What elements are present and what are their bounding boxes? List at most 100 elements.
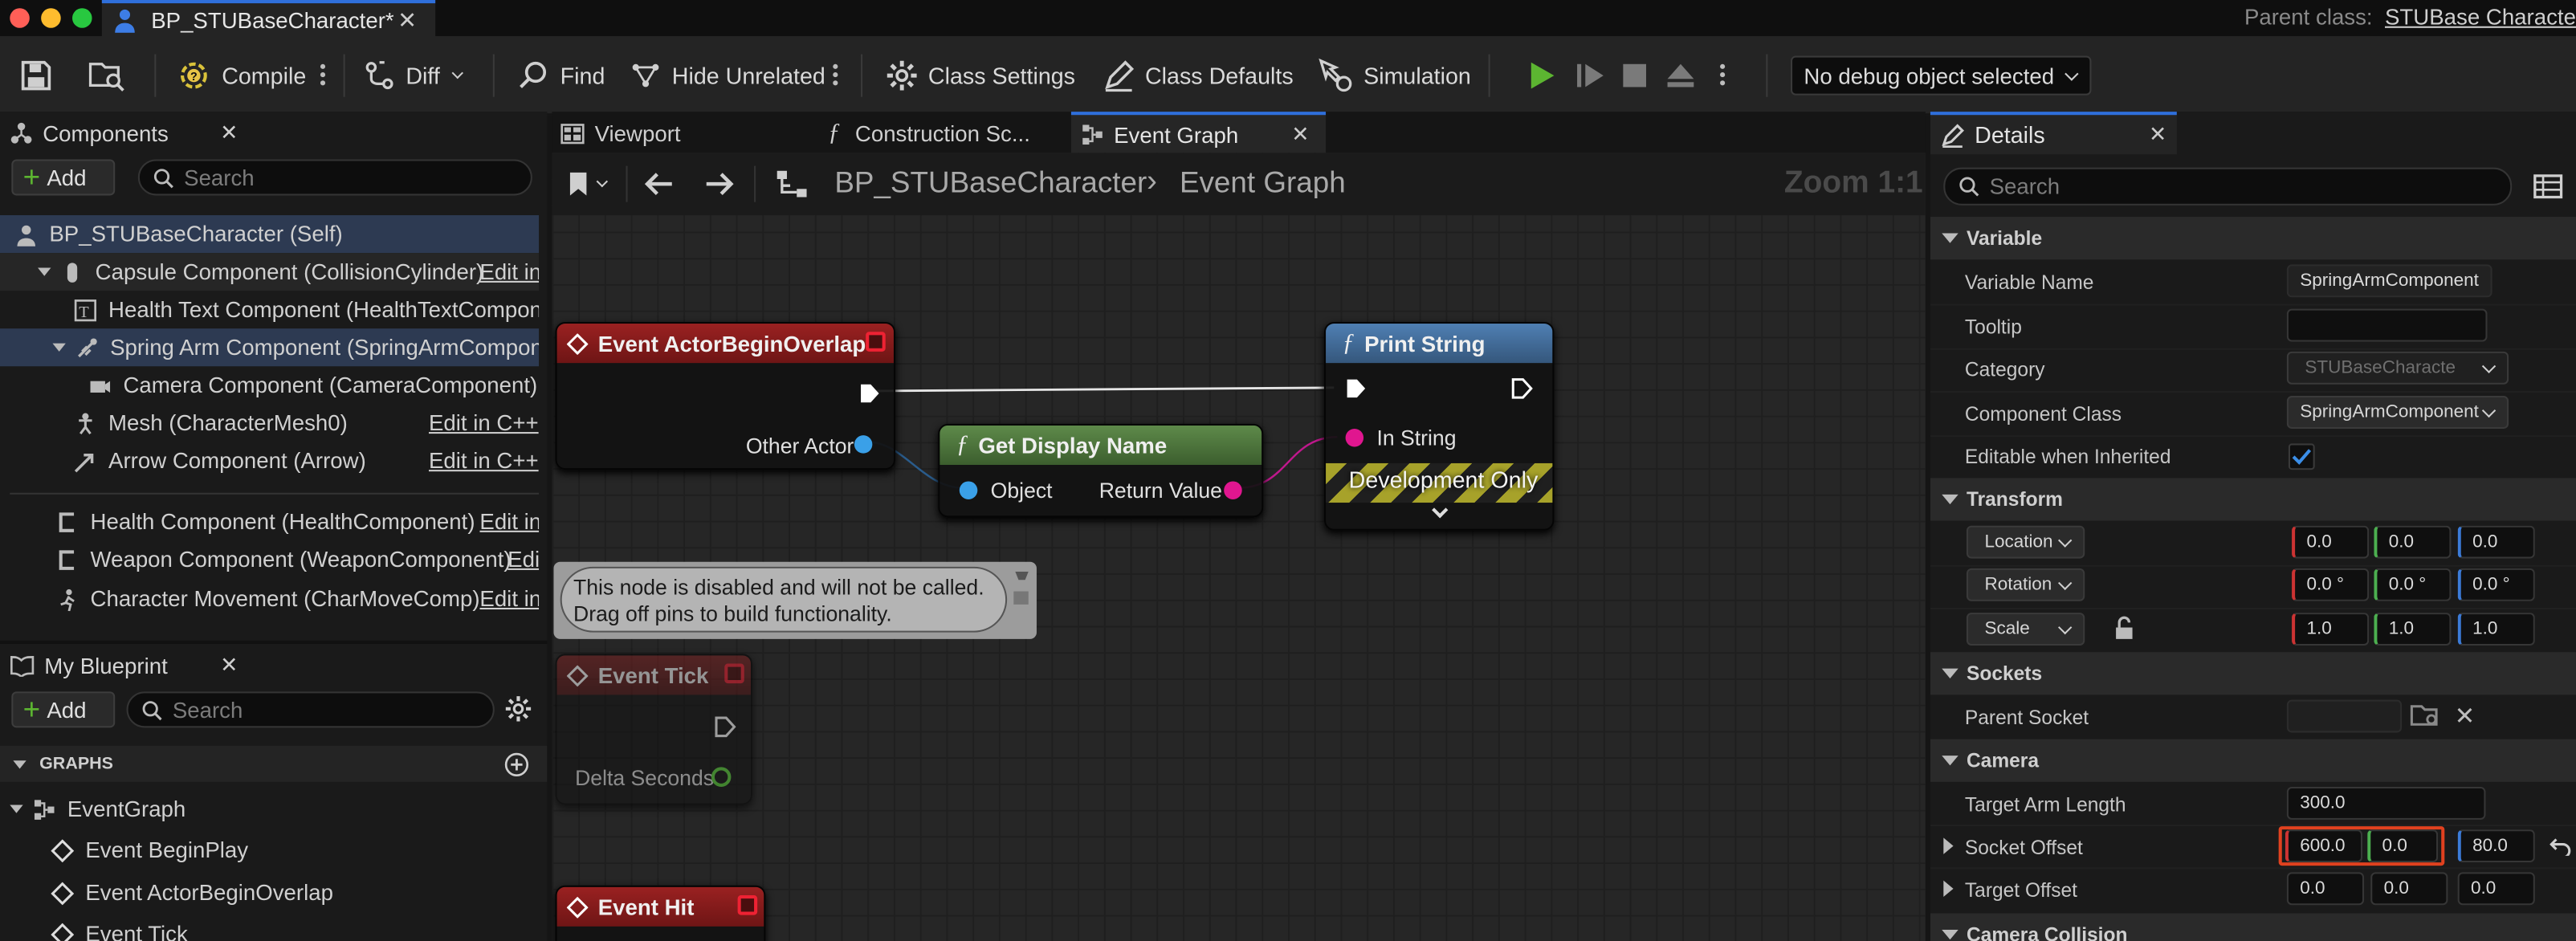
location-dropdown[interactable]: Location (1966, 525, 2085, 559)
graph-item-beginplay[interactable]: Event BeginPlay (0, 831, 547, 869)
scale-dropdown[interactable]: Scale (1966, 613, 2085, 646)
save-button[interactable] (20, 36, 53, 115)
scale-z-field[interactable]: 1.0 (2457, 613, 2535, 646)
simulation-button[interactable]: Simulation (1318, 36, 1471, 115)
hide-unrelated-options-button[interactable] (833, 63, 839, 88)
string-pin-icon[interactable] (1345, 428, 1364, 447)
graphs-section-header[interactable]: GRAPHS (0, 745, 548, 782)
socket-offset-y-field[interactable]: 0.0 (2367, 829, 2439, 863)
close-my-blueprint-icon[interactable]: ✕ (220, 652, 238, 678)
expand-arrow-icon[interactable] (52, 343, 66, 352)
target-offset-x-field[interactable]: 0.0 (2286, 872, 2365, 906)
diff-button[interactable]: Diff (363, 36, 463, 115)
parent-class-link[interactable]: STUBase Characte (2385, 5, 2576, 30)
exec-out-pin-icon[interactable] (859, 383, 881, 405)
rotation-x-field[interactable]: 0.0 ° (2292, 568, 2370, 601)
component-row-health[interactable]: Health Component (HealthComponent) (0, 503, 539, 540)
category-sockets[interactable]: Sockets (1930, 652, 2576, 695)
variable-name-field[interactable]: SpringArmComponent (2286, 264, 2492, 298)
delegate-pin-icon[interactable] (724, 663, 744, 684)
target-arm-length-field[interactable]: 300.0 (2286, 786, 2486, 820)
add-component-button[interactable]: + Add (11, 159, 116, 196)
component-row-capsule[interactable]: Capsule Component (CollisionCylinder) (0, 253, 540, 291)
component-row-movement[interactable]: Character Movement (CharMoveComp) (0, 580, 539, 617)
location-x-field[interactable]: 0.0 (2292, 525, 2370, 559)
delegate-pin-icon[interactable] (866, 332, 886, 352)
reset-to-default-icon[interactable] (2550, 836, 2573, 856)
close-details-icon[interactable]: ✕ (2149, 121, 2166, 148)
event-graph-canvas[interactable]: BP_STUBaseCharacter › Event Graph Zoom 1… (552, 153, 1926, 941)
edit-in-cpp-link[interactable]: Edit in C++ (429, 410, 539, 435)
close-tab-icon[interactable]: ✕ (397, 6, 417, 35)
location-y-field[interactable]: 0.0 (2374, 525, 2452, 559)
find-button[interactable]: Find (517, 36, 605, 115)
edit-in-cpp-link[interactable]: Edit in (479, 509, 539, 534)
category-variable[interactable]: Variable (1930, 217, 2576, 260)
parent-socket-field[interactable] (2286, 699, 2403, 733)
editable-when-inherited-checkbox[interactable] (2288, 443, 2315, 470)
target-offset-z-field[interactable]: 0.0 (2457, 872, 2535, 906)
scale-y-field[interactable]: 1.0 (2374, 613, 2452, 646)
string-pin-icon[interactable] (1224, 481, 1242, 499)
scale-x-field[interactable]: 1.0 (2292, 613, 2370, 646)
exec-out-pin-icon[interactable] (1511, 378, 1533, 400)
class-settings-button[interactable]: Class Settings (886, 36, 1075, 115)
exec-in-pin-icon[interactable] (1346, 378, 1367, 400)
pin-comment-icon[interactable] (1012, 568, 1032, 611)
float-pin-icon[interactable] (711, 767, 732, 787)
tooltip-field[interactable] (2286, 308, 2488, 342)
node-event-actorbeginoverlap[interactable]: Event ActorBeginOverlap Other Actor (555, 321, 896, 470)
edit-in-cpp-link[interactable]: Edit in C++ (429, 449, 539, 474)
edit-in-cpp-link[interactable]: Edit in (479, 259, 539, 284)
hide-unrelated-button[interactable]: Hide Unrelated (630, 36, 825, 115)
class-defaults-button[interactable]: Class Defaults (1103, 36, 1294, 115)
stop-button[interactable] (1620, 36, 1649, 115)
component-row-health-text[interactable]: T Health Text Component (HealthTextCompo… (0, 291, 539, 328)
node-print-string[interactable]: ƒ Print String In String Development Onl… (1323, 321, 1555, 531)
node-get-display-name[interactable]: ƒ Get Display Name Object Return Value (938, 423, 1264, 518)
browse-socket-icon[interactable] (2410, 702, 2439, 728)
unlock-icon[interactable] (2114, 616, 2138, 641)
target-offset-y-field[interactable]: 0.0 (2370, 872, 2448, 906)
category-transform[interactable]: Transform (1930, 478, 2576, 521)
debug-object-dropdown[interactable]: No debug object selected (1791, 55, 2092, 96)
property-matrix-icon[interactable] (2533, 174, 2563, 199)
components-search-input[interactable]: Search (137, 159, 532, 196)
socket-offset-x-field[interactable]: 600.0 (2285, 829, 2363, 863)
play-options-button[interactable] (1720, 63, 1726, 88)
eject-button[interactable] (1664, 36, 1697, 115)
category-dropdown[interactable]: STUBaseCharacte (2286, 351, 2509, 385)
expand-target-offset-icon[interactable] (1943, 880, 1954, 898)
object-pin-icon[interactable] (854, 435, 873, 454)
add-member-button[interactable]: + Add (11, 691, 116, 728)
rotation-dropdown[interactable]: Rotation (1966, 568, 2085, 601)
category-camera[interactable]: Camera (1930, 739, 2576, 782)
graph-item-tick[interactable]: Event Tick (0, 915, 547, 941)
exec-out-pin-icon[interactable] (715, 716, 736, 738)
component-class-dropdown[interactable]: SpringArmComponent (2286, 396, 2509, 429)
graph-item-actorbeginoverlap[interactable]: Event ActorBeginOverlap (0, 874, 547, 911)
minimize-window-button[interactable] (41, 8, 61, 28)
play-button[interactable] (1525, 36, 1558, 115)
component-row-weapon[interactable]: Weapon Component (WeaponComponent) (0, 540, 539, 578)
object-pin-icon[interactable] (959, 481, 978, 499)
tab-event-graph[interactable]: Event Graph ✕ (1070, 112, 1327, 155)
expand-arrow-icon[interactable] (38, 267, 51, 276)
add-graph-icon[interactable] (504, 752, 529, 777)
clear-socket-icon[interactable]: ✕ (2455, 702, 2476, 731)
tab-construction-script[interactable]: ƒ Construction Sc... (815, 112, 1062, 154)
category-camera-collision[interactable]: Camera Collision (1930, 913, 2576, 941)
step-button[interactable] (1574, 36, 1607, 115)
socket-offset-z-field[interactable]: 80.0 (2457, 829, 2535, 863)
compile-options-button[interactable] (320, 63, 327, 88)
component-row-self[interactable]: BP_STUBaseCharacter (Self) (0, 215, 540, 254)
expand-node-chevron-icon[interactable] (1432, 502, 1449, 519)
close-tab-icon[interactable]: ✕ (1291, 121, 1309, 148)
my-blueprint-tab[interactable]: My Blueprint (0, 644, 547, 686)
details-search-input[interactable]: Search (1943, 167, 2513, 206)
rotation-z-field[interactable]: 0.0 ° (2457, 568, 2535, 601)
rotation-y-field[interactable]: 0.0 ° (2374, 568, 2452, 601)
node-event-tick[interactable]: Event Tick Delta Seconds (555, 654, 753, 805)
close-components-icon[interactable]: ✕ (220, 120, 238, 146)
edit-in-cpp-link[interactable]: Edi (507, 547, 539, 572)
